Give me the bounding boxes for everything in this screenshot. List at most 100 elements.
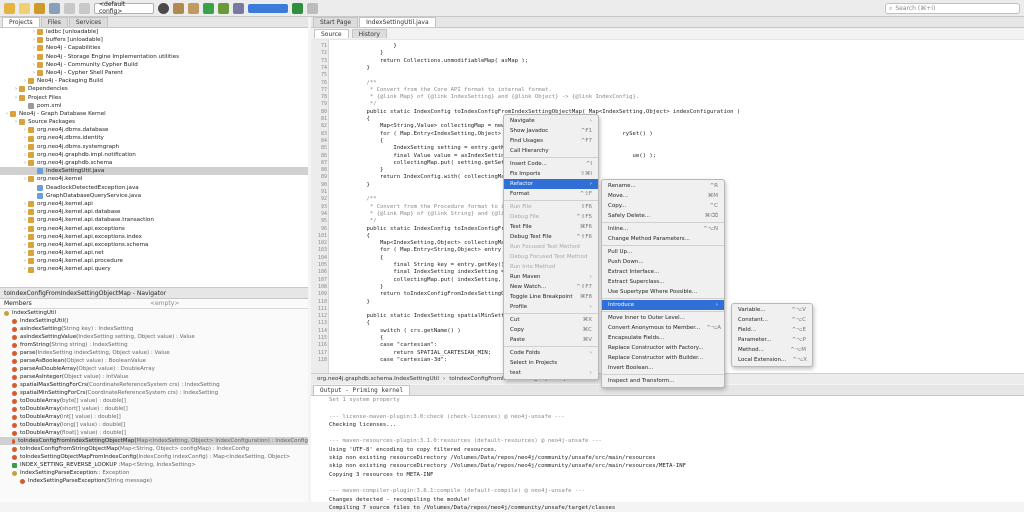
save-all-icon[interactable]: [49, 2, 60, 14]
navigator-member[interactable]: parse(IndexSetting indexSetting, Object …: [0, 349, 308, 357]
introduce-item-method[interactable]: Method... ^⌥M: [732, 345, 812, 355]
code-line[interactable]: {: [353, 233, 369, 239]
tab-projects[interactable]: Projects: [2, 17, 40, 27]
code-line[interactable]: collectingMap.put( setting.getSet: [353, 160, 504, 166]
members-filter[interactable]: Members: [4, 300, 144, 307]
tree-item[interactable]: › org.neo4j.dbms.database: [0, 126, 308, 134]
navigator-member[interactable]: toDoubleArray(byte[] value) : double[]: [0, 397, 308, 405]
introduce-item-variable[interactable]: Variable... ^⌥V: [732, 305, 812, 315]
code-line[interactable]: * {@link Map} of {@link IndexSetting} an…: [353, 94, 639, 100]
menu-item-call-hierarchy[interactable]: Call Hierarchy: [504, 146, 598, 156]
menu-item-copy[interactable]: Copy ⌘C: [504, 325, 598, 335]
code-line[interactable]: {: [353, 335, 383, 341]
refactor-item-extract-superclass[interactable]: Extract Superclass...: [602, 277, 724, 287]
tree-item[interactable]: › Neo4j - Capabilities: [0, 44, 308, 52]
code-line[interactable]: switch ( crs.getName() ): [353, 328, 461, 334]
code-line[interactable]: * Convert from the Procedure format to i: [353, 204, 505, 210]
debug-icon[interactable]: [218, 2, 229, 14]
introduce-item-parameter[interactable]: Parameter... ^⌥P: [732, 335, 812, 345]
code-line[interactable]: }: [353, 167, 383, 173]
navigator-member[interactable]: toDoubleArray(float[] value) : double[]: [0, 429, 308, 437]
tree-item[interactable]: › Dependencies: [0, 85, 308, 93]
refactor-item-convert-anonymous-to-member[interactable]: Convert Anonymous to Member... ^⌥A: [602, 323, 724, 333]
code-line[interactable]: }: [353, 50, 383, 56]
refactor-item-push-down[interactable]: Push Down...: [602, 257, 724, 267]
code-line[interactable]: /**: [353, 80, 376, 86]
refactor-item-inspect-and-transform[interactable]: Inspect and Transform...: [602, 376, 724, 386]
open-project-icon[interactable]: [34, 2, 45, 14]
tree-item[interactable]: › org.neo4j.graphdb.impl.notification: [0, 151, 308, 159]
code-line[interactable]: {: [353, 116, 369, 122]
refactor-item-copy[interactable]: Copy... ^C: [602, 201, 724, 211]
code-line[interactable]: }: [353, 43, 396, 49]
run-icon[interactable]: [203, 2, 214, 14]
menu-item-toggle-line-breakpoint[interactable]: Toggle Line Breakpoint ⌘F8: [504, 292, 598, 302]
new-file-icon[interactable]: [19, 2, 30, 14]
refactor-item-pull-up[interactable]: Pull Up...: [602, 247, 724, 257]
code-line[interactable]: return toIndexConfigFromIndexSettingO: [353, 291, 505, 297]
tree-item[interactable]: › org.neo4j.graphdb.schema: [0, 159, 308, 167]
code-line[interactable]: */: [353, 101, 377, 107]
navigator-member[interactable]: IndexSettingParseException(String messag…: [0, 477, 308, 485]
navigator-member[interactable]: IndexSettingParseException :: Exception: [0, 469, 308, 477]
navigator-member[interactable]: parseAsBoolean(Object value) : BooleanVa…: [0, 357, 308, 365]
code-line[interactable]: */: [353, 218, 377, 224]
tab-output[interactable]: Output - Priming kernel: [313, 385, 411, 395]
navigator-member[interactable]: toIndexConfigFromStringObjectMap(Map<Str…: [0, 445, 308, 453]
code-line[interactable]: }: [353, 284, 383, 290]
tree-item[interactable]: GraphDatabaseQueryService.java: [0, 192, 308, 200]
navigator-member[interactable]: spatialMaxSettingForCrs(CoordinateRefere…: [0, 381, 308, 389]
empty-filter[interactable]: <empty>: [150, 300, 179, 307]
undo-icon[interactable]: [64, 2, 75, 14]
tree-item[interactable]: › org.neo4j.kernel.api.exceptions: [0, 225, 308, 233]
tree-item[interactable]: › org.neo4j.kernel.api.exceptions.schema: [0, 241, 308, 249]
memory-indicator[interactable]: [248, 3, 288, 13]
clean-build-icon[interactable]: [188, 2, 199, 14]
tree-item[interactable]: › Source Packages: [0, 118, 308, 126]
code-line[interactable]: }: [353, 182, 369, 188]
code-line[interactable]: }: [353, 65, 369, 71]
tab-history[interactable]: History: [351, 29, 387, 38]
tree-item[interactable]: › buffers [unloadable]: [0, 36, 308, 44]
code-line[interactable]: return IndexConfig.with( collectingMap: [353, 174, 508, 180]
menu-item-insert-code[interactable]: Insert Code... ^I: [504, 159, 598, 169]
menu-item-code-folds[interactable]: Code Folds ›: [504, 348, 598, 358]
tree-item[interactable]: › org.neo4j.kernel.api.database.transacti…: [0, 216, 308, 224]
tree-item[interactable]: › org.neo4j.dbms.identity: [0, 134, 308, 142]
tree-item[interactable]: › Neo4j - Graph Database Kernel: [0, 110, 308, 118]
refactor-item-inline[interactable]: Inline... ^⌥N: [602, 224, 724, 234]
menu-item-select-in-projects[interactable]: Select in Projects: [504, 358, 598, 368]
globe-icon[interactable]: [158, 2, 169, 14]
navigator-member[interactable]: IndexSettingUtil(): [0, 317, 308, 325]
breadcrumb-class[interactable]: org.neo4j.graphdb.schema.IndexSettingUti…: [317, 376, 439, 382]
code-line[interactable]: Map<IndexSetting,Object> collectingMap: [353, 240, 508, 246]
navigator-member[interactable]: parseAsInteger(Object value) : IntValue: [0, 373, 308, 381]
tree-item[interactable]: › org.neo4j.kernel.api.net: [0, 249, 308, 257]
code-line[interactable]: * {@link Map} of {@link String} and {@li: [353, 211, 505, 217]
menu-item-paste[interactable]: Paste ⌘V: [504, 335, 598, 345]
code-line[interactable]: case "cartesian-3d":: [353, 357, 447, 363]
refactor-item-encapsulate-fields[interactable]: Encapsulate Fields...: [602, 333, 724, 343]
tree-item[interactable]: › Neo4j - Community Cypher Build: [0, 61, 308, 69]
search-box[interactable]: ⌕ Search (⌘+I): [885, 3, 1020, 14]
tree-item[interactable]: pom.xml: [0, 102, 308, 110]
menu-item-format[interactable]: Format ^⇧F: [504, 189, 598, 199]
build-icon[interactable]: [173, 2, 184, 14]
config-select[interactable]: <default config>: [94, 1, 154, 15]
refactor-item-move-inner-to-outer-level[interactable]: Move Inner to Outer Level...: [602, 313, 724, 323]
introduce-item-local-extension[interactable]: Local Extension... ^⌥X: [732, 355, 812, 365]
menu-item-new-watch[interactable]: New Watch... ^⇧F7: [504, 282, 598, 292]
menu-item-test-file[interactable]: Test File ⌘F6: [504, 222, 598, 232]
navigator-member[interactable]: toDoubleArray(int[] value) : double[]: [0, 413, 308, 421]
code-line[interactable]: Map<String,Value> collectingMap = new: [353, 123, 505, 129]
code-line[interactable]: return SPATIAL_CARTESIAN_MIN;: [353, 350, 491, 356]
menu-item-show-javadoc[interactable]: Show Javadoc ^F1: [504, 126, 598, 136]
navigator-member[interactable]: asIndexSettingValue(IndexSetting setting…: [0, 333, 308, 341]
tree-item[interactable]: › org.neo4j.kernel.api.exceptions.index: [0, 233, 308, 241]
introduce-item-constant[interactable]: Constant... ^⌥C: [732, 315, 812, 325]
menu-item-run-maven[interactable]: Run Maven ›: [504, 272, 598, 282]
refactor-item-rename[interactable]: Rename... ^R: [602, 181, 724, 191]
menu-item-find-usages[interactable]: Find Usages ^F7: [504, 136, 598, 146]
refactor-item-change-method-parameters[interactable]: Change Method Parameters...: [602, 234, 724, 244]
tree-item[interactable]: › org.neo4j.kernel.api: [0, 200, 308, 208]
